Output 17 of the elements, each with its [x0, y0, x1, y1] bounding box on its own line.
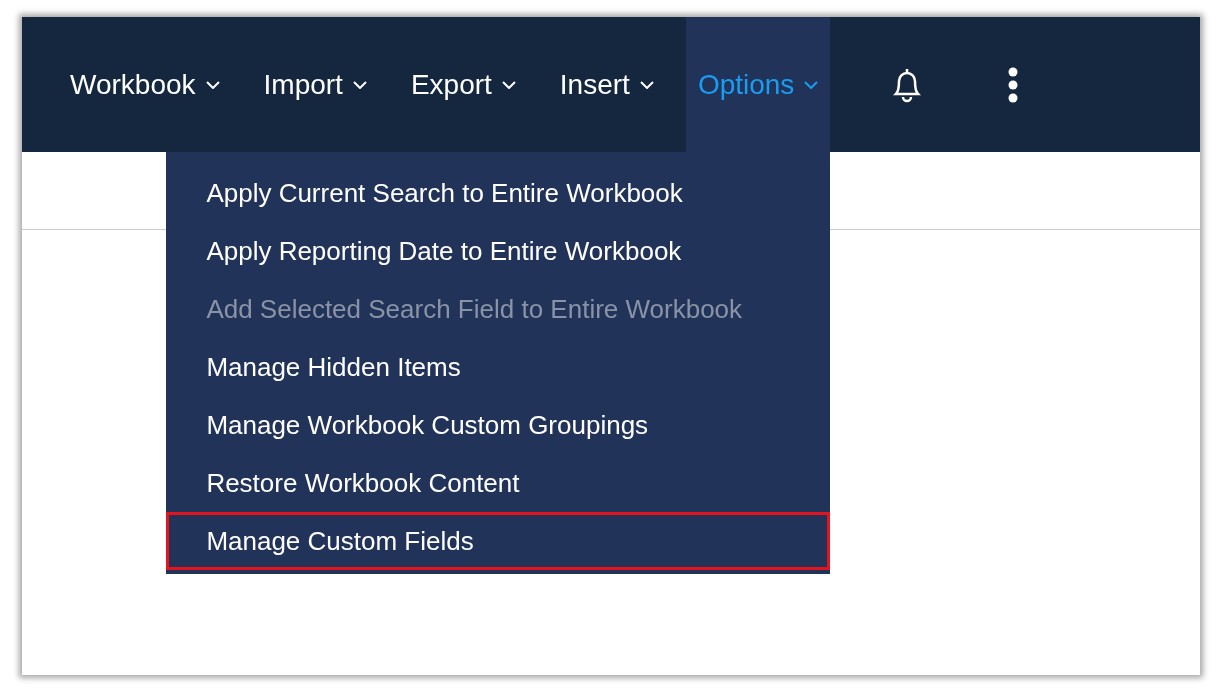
menu-item[interactable]: Manage Custom Fields: [166, 512, 831, 570]
nav-menu-button[interactable]: Export: [398, 17, 528, 152]
menu-item[interactable]: Manage Workbook Custom Groupings: [166, 396, 831, 454]
more-options-icon[interactable]: [1008, 66, 1019, 103]
nav-menu-button[interactable]: Workbook: [58, 17, 232, 152]
chevron-down-icon: [501, 80, 516, 89]
menu-item[interactable]: Apply Reporting Date to Entire Workbook: [166, 222, 831, 280]
chevron-down-icon: [205, 80, 220, 89]
menu-item[interactable]: Apply Current Search to Entire Workbook: [166, 164, 831, 222]
nav-menu-button[interactable]: Insert: [547, 17, 666, 152]
chevron-down-icon: [804, 80, 819, 89]
menu-item[interactable]: Restore Workbook Content: [166, 454, 831, 512]
chevron-down-icon: [639, 80, 654, 89]
nav-menu-button[interactable]: Import: [251, 17, 379, 152]
menu-item[interactable]: Manage Hidden Items: [166, 338, 831, 396]
chevron-down-icon: [352, 80, 367, 89]
nav-menu-button[interactable]: Options: [685, 17, 831, 152]
